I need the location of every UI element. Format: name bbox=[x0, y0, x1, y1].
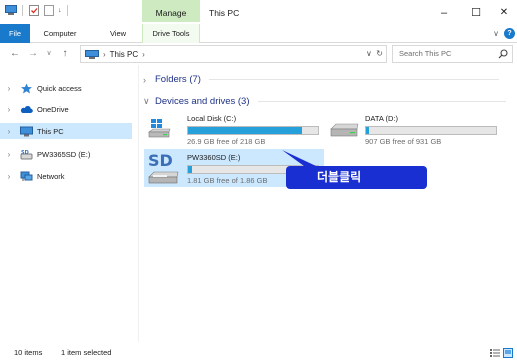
sidebar-item-onedrive[interactable]: › OneDrive bbox=[0, 101, 132, 117]
expand-arrow-icon[interactable]: › bbox=[3, 105, 15, 114]
group-label: Folders (7) bbox=[155, 74, 201, 85]
ribbon-tabs: File Computer View Drive Tools ∨ ? bbox=[0, 24, 517, 43]
sidebar-item-label: This PC bbox=[37, 126, 64, 136]
status-item-count: 10 items bbox=[14, 348, 43, 357]
search-input[interactable]: Search This PC bbox=[392, 45, 513, 63]
search-placeholder: Search This PC bbox=[399, 49, 452, 58]
drive-free-space: 907 GB free of 931 GB bbox=[365, 137, 442, 146]
back-button[interactable]: ← bbox=[8, 45, 22, 62]
tab-file[interactable]: File bbox=[0, 24, 30, 43]
group-divider bbox=[208, 79, 499, 80]
qat-dropdown-icon[interactable]: ↓ bbox=[58, 7, 62, 14]
sidebar-item-quick-access[interactable]: › Quick access bbox=[0, 80, 132, 96]
minimize-button[interactable]: – bbox=[427, 0, 461, 26]
drive-name: Local Disk (C:) bbox=[187, 114, 237, 123]
tab-manage[interactable]: Manage bbox=[142, 0, 200, 22]
sidebar-item-pw3365sd[interactable]: › SD PW3365SD (E:) bbox=[0, 146, 132, 162]
network-icon bbox=[20, 171, 33, 181]
drive-usage-bar bbox=[365, 126, 497, 135]
tab-computer[interactable]: Computer bbox=[38, 24, 82, 43]
group-header-folders[interactable]: › Folders (7) bbox=[143, 74, 499, 85]
status-bar: 10 items 1 item selected bbox=[0, 344, 517, 362]
sidebar-item-label: OneDrive bbox=[37, 104, 69, 114]
expand-arrow-icon[interactable]: › bbox=[3, 84, 15, 93]
sidebar-item-network[interactable]: › Network bbox=[0, 168, 132, 184]
sidebar-item-label: Quick access bbox=[37, 83, 82, 93]
drive-usage-fill bbox=[366, 127, 370, 134]
refresh-icon[interactable]: ↻ bbox=[376, 49, 383, 58]
search-icon bbox=[498, 49, 508, 59]
drive-free-space: 1.81 GB free of 1.86 GB bbox=[187, 176, 268, 185]
address-controls: ∨ ↻ bbox=[366, 46, 383, 62]
drive-free-space: 26.9 GB free of 218 GB bbox=[187, 137, 266, 146]
address-bar[interactable]: › This PC › ∨ ↻ bbox=[80, 45, 387, 63]
drive-item-d[interactable]: DATA (D:) 907 GB free of 931 GB bbox=[326, 110, 506, 146]
cloud-icon bbox=[20, 105, 33, 113]
drive-name: DATA (D:) bbox=[365, 114, 399, 123]
sd-card-icon-label: SD bbox=[148, 151, 173, 170]
ribbon-collapse-icon[interactable]: ∨ bbox=[493, 24, 499, 43]
forward-button[interactable]: → bbox=[26, 45, 40, 62]
breadcrumb-separator: › bbox=[103, 49, 106, 59]
help-icon[interactable]: ? bbox=[504, 28, 515, 39]
breadcrumb-separator[interactable]: › bbox=[142, 50, 145, 59]
star-icon bbox=[21, 83, 32, 93]
close-button[interactable]: ✕ bbox=[487, 0, 517, 26]
drive-item-c[interactable]: Local Disk (C:) 26.9 GB free of 218 GB bbox=[144, 110, 324, 146]
hard-drive-icon bbox=[330, 123, 359, 137]
breadcrumb-this-pc[interactable]: This PC bbox=[110, 50, 138, 59]
usb-drive-icon: SD bbox=[20, 150, 33, 159]
details-view-icon[interactable] bbox=[490, 348, 500, 358]
large-icons-view-icon[interactable] bbox=[503, 348, 513, 358]
drive-name: PW3360SD (E:) bbox=[187, 153, 241, 162]
group-divider bbox=[257, 101, 506, 102]
navigation-pane: › Quick access › OneDrive › This PC › SD… bbox=[0, 72, 134, 342]
chevron-down-icon: ∨ bbox=[143, 96, 150, 106]
pc-icon bbox=[85, 49, 99, 59]
tab-drive-tools[interactable]: Drive Tools bbox=[142, 24, 200, 43]
drive-usage-fill bbox=[188, 166, 192, 173]
address-dropdown-icon[interactable]: ∨ bbox=[366, 49, 372, 58]
pc-icon bbox=[20, 126, 33, 136]
sidebar-item-label: Network bbox=[37, 171, 65, 181]
pane-divider[interactable] bbox=[138, 65, 139, 342]
properties-check-icon[interactable] bbox=[28, 5, 40, 16]
svg-text:SD: SD bbox=[21, 150, 29, 156]
pc-icon[interactable] bbox=[5, 5, 17, 16]
sd-card-icon: SD bbox=[148, 151, 179, 184]
group-header-devices[interactable]: ∨ Devices and drives (3) bbox=[143, 96, 506, 107]
navigation-bar: ← → ∨ ↑ › This PC › ∨ ↻ Search This PC bbox=[0, 43, 517, 65]
drive-usage-fill bbox=[188, 127, 302, 134]
quick-access-toolbar: ↓ bbox=[5, 5, 70, 16]
drive-usage-bar bbox=[187, 126, 319, 135]
expand-arrow-icon[interactable]: › bbox=[3, 150, 15, 159]
new-folder-icon[interactable] bbox=[43, 5, 55, 16]
double-click-callout: 더블클릭 bbox=[286, 166, 427, 189]
recent-locations-button[interactable]: ∨ bbox=[42, 45, 56, 62]
windows-drive-icon bbox=[148, 119, 171, 138]
sidebar-item-this-pc[interactable]: › This PC bbox=[0, 123, 132, 139]
status-selection: 1 item selected bbox=[61, 348, 112, 357]
window-title: This PC bbox=[209, 8, 240, 18]
expand-arrow-icon[interactable]: › bbox=[3, 172, 15, 181]
title-bar: ↓ Manage This PC – ☐ ✕ bbox=[0, 0, 517, 26]
expand-arrow-icon[interactable]: › bbox=[3, 127, 15, 136]
up-button[interactable]: ↑ bbox=[58, 45, 72, 62]
toolbar-divider bbox=[22, 5, 23, 16]
toolbar-divider bbox=[66, 5, 68, 16]
chevron-right-icon: › bbox=[143, 74, 146, 85]
tab-view[interactable]: View bbox=[103, 24, 133, 43]
sidebar-item-label: PW3365SD (E:) bbox=[37, 149, 91, 159]
group-label: Devices and drives (3) bbox=[155, 96, 250, 107]
